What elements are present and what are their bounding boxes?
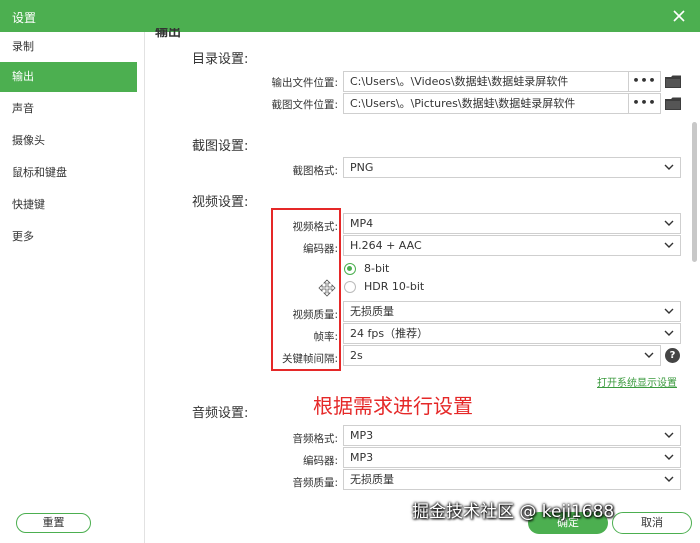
chevron-down-icon: [664, 476, 674, 482]
watermark: 掘金技术社区 @ keji1688: [412, 502, 615, 522]
folder-icon[interactable]: [665, 97, 681, 110]
audio-encoder-value: MP3: [350, 451, 374, 464]
audio-format-label: 音频格式:: [292, 433, 338, 445]
audio-quality-label: 音频质量:: [292, 477, 338, 489]
video-encoder-select[interactable]: H.264 + AAC: [343, 235, 681, 256]
audio-quality-value: 无损质量: [350, 473, 394, 486]
bitdepth-8bit-radio[interactable]: [344, 263, 356, 275]
screenshot-path-browse-button[interactable]: •••: [628, 94, 660, 113]
screenshot-path-label: 截图文件位置:: [271, 99, 338, 111]
chevron-down-icon: [644, 352, 654, 358]
cancel-button[interactable]: 取消: [612, 512, 692, 534]
folder-icon[interactable]: [665, 75, 681, 88]
fps-value: 24 fps（推荐）: [350, 327, 429, 340]
audio-quality-select[interactable]: 无损质量: [343, 469, 681, 490]
bitdepth-hdr-label: HDR 10-bit: [364, 280, 425, 293]
settings-sidebar: 录制 输出 声音 摄像头 鼠标和键盘 快捷键 更多: [0, 32, 145, 543]
bitdepth-8bit-label: 8-bit: [364, 262, 390, 275]
screenshot-format-label: 截图格式:: [292, 165, 338, 177]
video-format-select[interactable]: MP4: [343, 213, 681, 234]
sidebar-item-record[interactable]: 录制: [0, 32, 137, 62]
video-quality-value: 无损质量: [350, 305, 394, 318]
bitdepth-hdr-radio[interactable]: [344, 281, 356, 293]
annotation-text: 根据需求进行设置: [313, 394, 473, 418]
audio-encoder-select[interactable]: MP3: [343, 447, 681, 468]
open-display-settings-link[interactable]: 打开系统显示设置: [597, 374, 677, 389]
chevron-down-icon: [664, 454, 674, 460]
sidebar-item-more[interactable]: 更多: [0, 222, 137, 252]
screenshot-format-select[interactable]: PNG: [343, 157, 681, 178]
fps-select[interactable]: 24 fps（推荐）: [343, 323, 681, 344]
sidebar-item-mouse-keyboard[interactable]: 鼠标和键盘: [0, 158, 137, 188]
video-quality-select[interactable]: 无损质量: [343, 301, 681, 322]
audio-format-value: MP3: [350, 429, 374, 442]
keyframe-interval-select[interactable]: 2s: [343, 345, 661, 366]
video-encoder-value: H.264 + AAC: [350, 239, 422, 252]
chevron-down-icon: [664, 330, 674, 336]
audio-format-select[interactable]: MP3: [343, 425, 681, 446]
window-title: 设置: [12, 11, 37, 25]
sidebar-item-camera[interactable]: 摄像头: [0, 126, 137, 156]
section-header-output: 输出: [155, 28, 182, 40]
chevron-down-icon: [664, 220, 674, 226]
help-icon[interactable]: ?: [665, 348, 680, 363]
screenshot-path-field[interactable]: C:\Users\。\Pictures\数据蛙\数据蛙录屏软件 •••: [343, 93, 661, 114]
scrollbar-thumb[interactable]: [692, 122, 697, 262]
output-path-label: 输出文件位置:: [271, 77, 338, 89]
sidebar-item-output[interactable]: 输出: [0, 62, 137, 92]
chevron-down-icon: [664, 432, 674, 438]
screenshot-format-value: PNG: [350, 161, 374, 174]
directory-settings-title: 目录设置:: [192, 52, 249, 67]
screenshot-settings-title: 截图设置:: [192, 139, 249, 154]
video-settings-title: 视频设置:: [192, 195, 249, 210]
output-path-field[interactable]: C:\Users\。\Videos\数据蛙\数据蛙录屏软件 •••: [343, 71, 661, 92]
sidebar-item-sound[interactable]: 声音: [0, 94, 137, 124]
close-icon[interactable]: [668, 5, 690, 27]
sidebar-item-hotkeys[interactable]: 快捷键: [0, 190, 137, 220]
screenshot-path-value: C:\Users\。\Pictures\数据蛙\数据蛙录屏软件: [350, 97, 576, 110]
chevron-down-icon: [664, 242, 674, 248]
audio-settings-title: 音频设置:: [192, 406, 249, 421]
audio-encoder-label: 编码器:: [302, 455, 338, 467]
reset-button[interactable]: 重置: [16, 513, 91, 533]
chevron-down-icon: [664, 308, 674, 314]
keyframe-interval-value: 2s: [350, 349, 363, 362]
chevron-down-icon: [664, 164, 674, 170]
video-format-value: MP4: [350, 217, 374, 230]
move-cursor-icon: [318, 279, 336, 297]
title-bar: 设置: [0, 0, 700, 32]
output-path-browse-button[interactable]: •••: [628, 72, 660, 91]
output-path-value: C:\Users\。\Videos\数据蛙\数据蛙录屏软件: [350, 75, 569, 88]
